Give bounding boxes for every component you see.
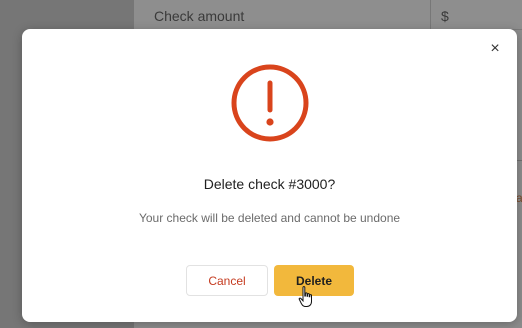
hand-pointer-cursor-icon (298, 286, 312, 307)
cancel-button[interactable]: Cancel (186, 265, 268, 296)
delete-check-dialog: × Delete check #3000? Your check will be… (22, 29, 517, 322)
currency-symbol: $ (441, 8, 449, 24)
dialog-title: Delete check #3000? (203, 176, 336, 192)
exclamation-circle-icon (231, 64, 309, 142)
dialog-message: Your check will be deleted and cannot be… (138, 211, 401, 225)
row-divider (430, 0, 431, 30)
close-icon[interactable]: × (487, 41, 503, 57)
check-amount-label: Check amount (154, 8, 245, 24)
